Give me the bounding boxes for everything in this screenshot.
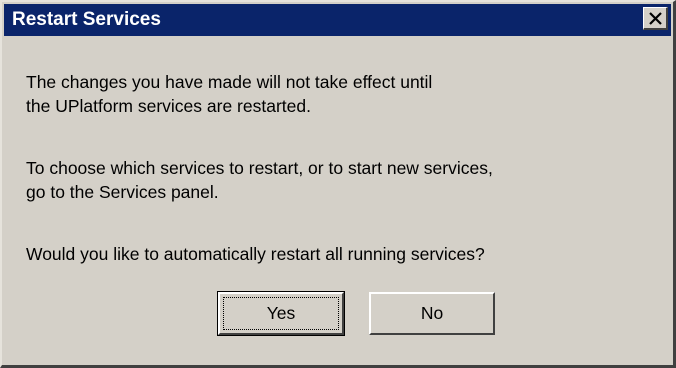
yes-button-label: Yes xyxy=(266,303,296,323)
title-bar[interactable]: Restart Services xyxy=(4,4,671,36)
message-restart-required: The changes you have made will not take … xyxy=(26,72,433,116)
no-button[interactable]: No xyxy=(369,292,495,335)
close-button[interactable] xyxy=(643,7,668,30)
close-icon xyxy=(649,12,662,25)
restart-services-dialog: Restart Services The changes you have ma… xyxy=(0,0,676,368)
yes-button[interactable]: Yes xyxy=(217,291,345,336)
message-services-panel: To choose which services to restart, or … xyxy=(26,158,493,202)
no-button-label: No xyxy=(420,303,444,323)
dialog-title: Restart Services xyxy=(12,9,161,30)
message-restart-question: Would you like to automatically restart … xyxy=(26,244,485,264)
